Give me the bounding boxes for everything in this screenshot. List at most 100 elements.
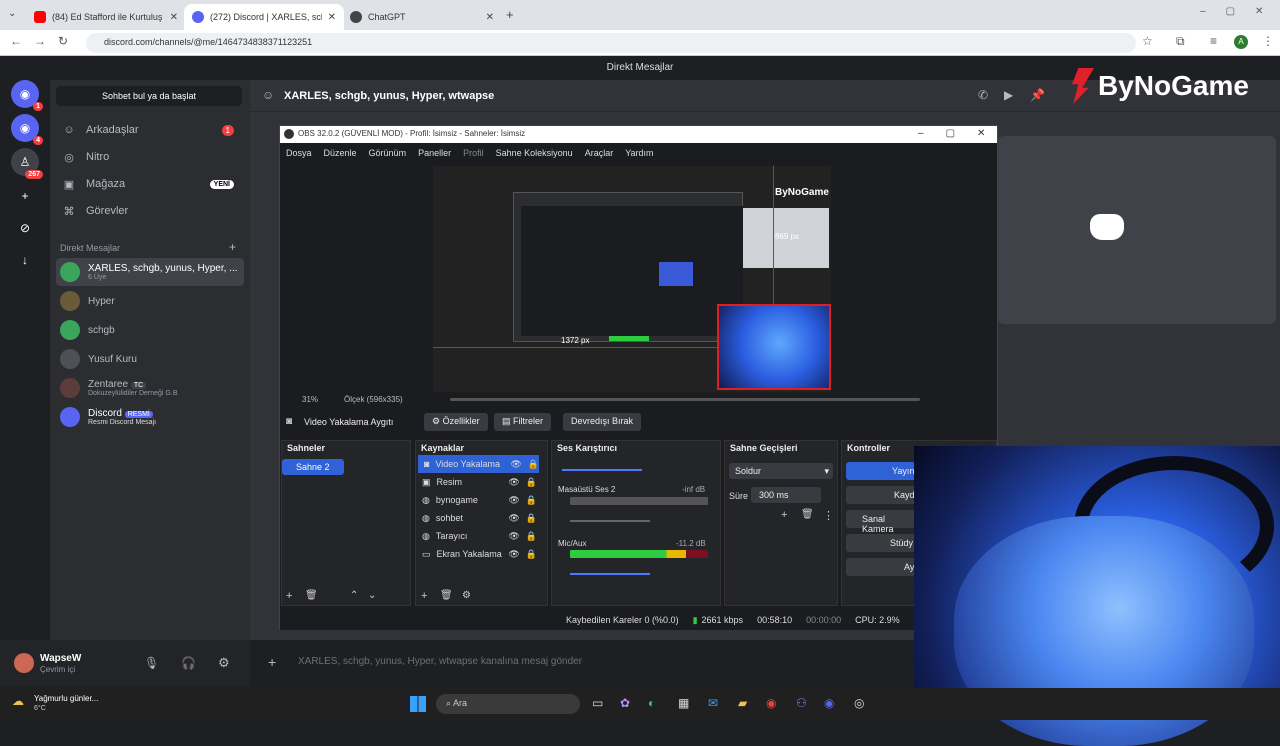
browser-tab-youtube[interactable]: (84) Ed Stafford ile Kurtuluş Öy ✕ bbox=[26, 4, 186, 30]
nav-shop[interactable]: ▣ Mağaza YENİ bbox=[56, 172, 242, 196]
settings-button[interactable]: Ay bbox=[846, 558, 916, 576]
window-controls[interactable]: – ▢ ✕ bbox=[1200, 6, 1263, 17]
user-avatar[interactable] bbox=[14, 653, 34, 673]
gear-icon[interactable]: ⚙ bbox=[218, 655, 230, 671]
create-dm-icon[interactable]: + bbox=[229, 240, 236, 254]
add-server-button[interactable]: + bbox=[11, 182, 39, 210]
trash-icon[interactable]: 🗑 bbox=[801, 509, 814, 520]
url-field[interactable]: discord.com/channels/@me/146473483837112… bbox=[86, 33, 1136, 53]
lock-icon[interactable]: 🔒 bbox=[526, 495, 537, 506]
dm-item-zentaree[interactable]: Zentaree TC Dokuzeylülidiler Derneği G.B bbox=[56, 374, 244, 402]
add-source-icon[interactable]: + bbox=[421, 590, 427, 602]
lock-icon[interactable]: 🔒 bbox=[526, 477, 537, 488]
volume-slider[interactable] bbox=[562, 469, 642, 471]
teams-icon[interactable]: ⚇ bbox=[796, 696, 807, 710]
menu-view[interactable]: Görünüm bbox=[369, 148, 407, 162]
call-icon[interactable]: ✆ bbox=[978, 88, 988, 102]
weather-icon[interactable]: ☁ bbox=[12, 694, 24, 708]
scene-item[interactable]: Sahne 2 bbox=[282, 459, 344, 475]
close-icon[interactable]: ✕ bbox=[328, 12, 336, 23]
browser-tab-discord[interactable]: (272) Discord | XARLES, schgb, ✕ bbox=[184, 4, 344, 30]
volume-slider[interactable] bbox=[570, 573, 650, 575]
chrome-icon[interactable]: ◉ bbox=[766, 696, 776, 710]
discover-icon[interactable]: ⊘ bbox=[11, 214, 39, 242]
eye-icon[interactable]: 👁 bbox=[508, 549, 519, 560]
menu-profile[interactable]: Profil bbox=[463, 148, 484, 162]
virtual-camera-button[interactable]: Sanal Kamera bbox=[846, 510, 916, 534]
add-scene-icon[interactable]: + bbox=[286, 590, 292, 602]
close-icon[interactable]: ✕ bbox=[977, 128, 985, 139]
lock-icon[interactable]: 🔒 bbox=[526, 549, 537, 560]
menu-tools[interactable]: Araçlar bbox=[585, 148, 614, 162]
trash-icon[interactable]: 🗑 bbox=[440, 590, 453, 601]
obs-taskbar-icon[interactable]: ◎ bbox=[854, 696, 864, 710]
minimize-icon[interactable]: – bbox=[1200, 6, 1206, 17]
taskbar-search[interactable]: ⌕ Ara bbox=[436, 694, 580, 714]
more-icon[interactable]: ⋮ bbox=[823, 509, 834, 522]
start-recording-button[interactable]: Kayd bbox=[846, 486, 916, 504]
deactivate-button[interactable]: Devredışı Bırak bbox=[563, 413, 642, 431]
source-item[interactable]: ◍ Tarayıcı 👁 🔒 bbox=[416, 527, 547, 545]
minimize-icon[interactable]: – bbox=[918, 128, 924, 139]
microphone-icon[interactable]: 🎙 bbox=[144, 656, 159, 670]
browser-menu-icon[interactable]: ⋮ bbox=[1262, 34, 1274, 48]
transition-select[interactable]: Soldur ▾ bbox=[729, 463, 833, 479]
edge-icon[interactable]: ◐ bbox=[648, 696, 655, 710]
studio-mode-button[interactable]: Stüdy bbox=[846, 534, 916, 552]
source-item[interactable]: ◍ sohbet 👁 🔒 bbox=[416, 509, 547, 527]
source-item[interactable]: ▣ Resim 👁 🔒 bbox=[416, 473, 547, 491]
preview-scrollbar[interactable] bbox=[450, 398, 920, 401]
start-streaming-button[interactable]: Yayını bbox=[846, 462, 917, 480]
discord-taskbar-icon[interactable]: ◉ bbox=[824, 696, 834, 710]
dm-item-yusuf[interactable]: Yusuf Kuru bbox=[56, 345, 244, 373]
volume-slider[interactable] bbox=[570, 520, 650, 522]
close-icon[interactable]: ✕ bbox=[1255, 6, 1263, 17]
lock-icon[interactable]: 🔒 bbox=[526, 513, 537, 524]
tab-list-chevron-icon[interactable]: ⌄ bbox=[8, 8, 16, 19]
video-icon[interactable]: ▶ bbox=[1004, 88, 1013, 102]
back-icon[interactable]: ← bbox=[10, 34, 22, 48]
menu-file[interactable]: Dosya bbox=[286, 148, 312, 162]
discord-home-button[interactable]: ◉ 1 bbox=[11, 80, 43, 111]
add-transition-icon[interactable]: + bbox=[781, 509, 787, 521]
maximize-icon[interactable]: ▢ bbox=[1226, 6, 1235, 17]
menu-docks[interactable]: Paneller bbox=[418, 148, 451, 162]
selected-webcam-source[interactable] bbox=[717, 304, 831, 390]
browser-tab-chatgpt[interactable]: ChatGPT ✕ bbox=[342, 4, 502, 30]
reading-list-icon[interactable]: ≡ bbox=[1210, 34, 1217, 48]
filters-button[interactable]: ▤ Filtreler bbox=[494, 413, 552, 431]
menu-scene-collection[interactable]: Sahne Koleksiyonu bbox=[496, 148, 573, 162]
close-icon[interactable]: ✕ bbox=[486, 12, 494, 23]
menu-edit[interactable]: Düzenle bbox=[324, 148, 357, 162]
menu-help[interactable]: Yardım bbox=[625, 148, 653, 162]
task-view-icon[interactable]: ▭ bbox=[592, 696, 603, 710]
extensions-icon[interactable]: ⧉ bbox=[1176, 34, 1185, 49]
maximize-icon[interactable]: ▢ bbox=[946, 128, 955, 139]
eye-icon[interactable]: 👁 bbox=[508, 477, 519, 488]
nav-nitro[interactable]: ◎ Nitro bbox=[56, 145, 242, 169]
eye-icon[interactable]: 👁 bbox=[510, 459, 521, 470]
attach-plus-icon[interactable]: + bbox=[268, 654, 276, 670]
copilot-icon[interactable]: ✿ bbox=[620, 696, 630, 710]
gear-icon[interactable]: ⚙ bbox=[462, 590, 471, 601]
source-item[interactable]: ◍ bynogame 👁 🔒 bbox=[416, 491, 547, 509]
windows-start-icon[interactable] bbox=[410, 696, 426, 712]
server-button[interactable]: ◉ 4 bbox=[11, 114, 43, 145]
dm-item-schgb[interactable]: schgb bbox=[56, 316, 244, 344]
eye-icon[interactable]: 👁 bbox=[508, 531, 519, 542]
dm-item-hyper[interactable]: Hyper bbox=[56, 287, 244, 315]
source-item[interactable]: ▭ Ekran Yakalama 👁 🔒 bbox=[416, 545, 547, 563]
message-input[interactable]: XARLES, schgb, yunus, Hyper, wtwapse kan… bbox=[260, 650, 910, 676]
obs-preview[interactable]: ByNoGame 869 px 1372 px bbox=[433, 166, 831, 392]
pin-icon[interactable]: 📌 bbox=[1030, 88, 1045, 102]
nav-quests[interactable]: ⌘ Görevler bbox=[56, 199, 242, 223]
source-item[interactable]: ◙ Video Yakalama 👁 🔒 bbox=[418, 455, 539, 473]
server-button[interactable]: ♙ 267 bbox=[11, 148, 43, 179]
lock-icon[interactable]: 🔒 bbox=[526, 531, 537, 542]
file-explorer-icon[interactable]: ▰ bbox=[738, 696, 747, 710]
nav-friends[interactable]: ☺ Arkadaşlar 1 bbox=[56, 118, 242, 142]
zoom-level[interactable]: 31% bbox=[302, 395, 318, 404]
obs-window-controls[interactable]: – ▢ ✕ bbox=[918, 128, 985, 139]
reload-icon[interactable]: ↻ bbox=[58, 34, 68, 48]
find-conversation-input[interactable]: Sohbet bul ya da başlat bbox=[56, 86, 242, 106]
